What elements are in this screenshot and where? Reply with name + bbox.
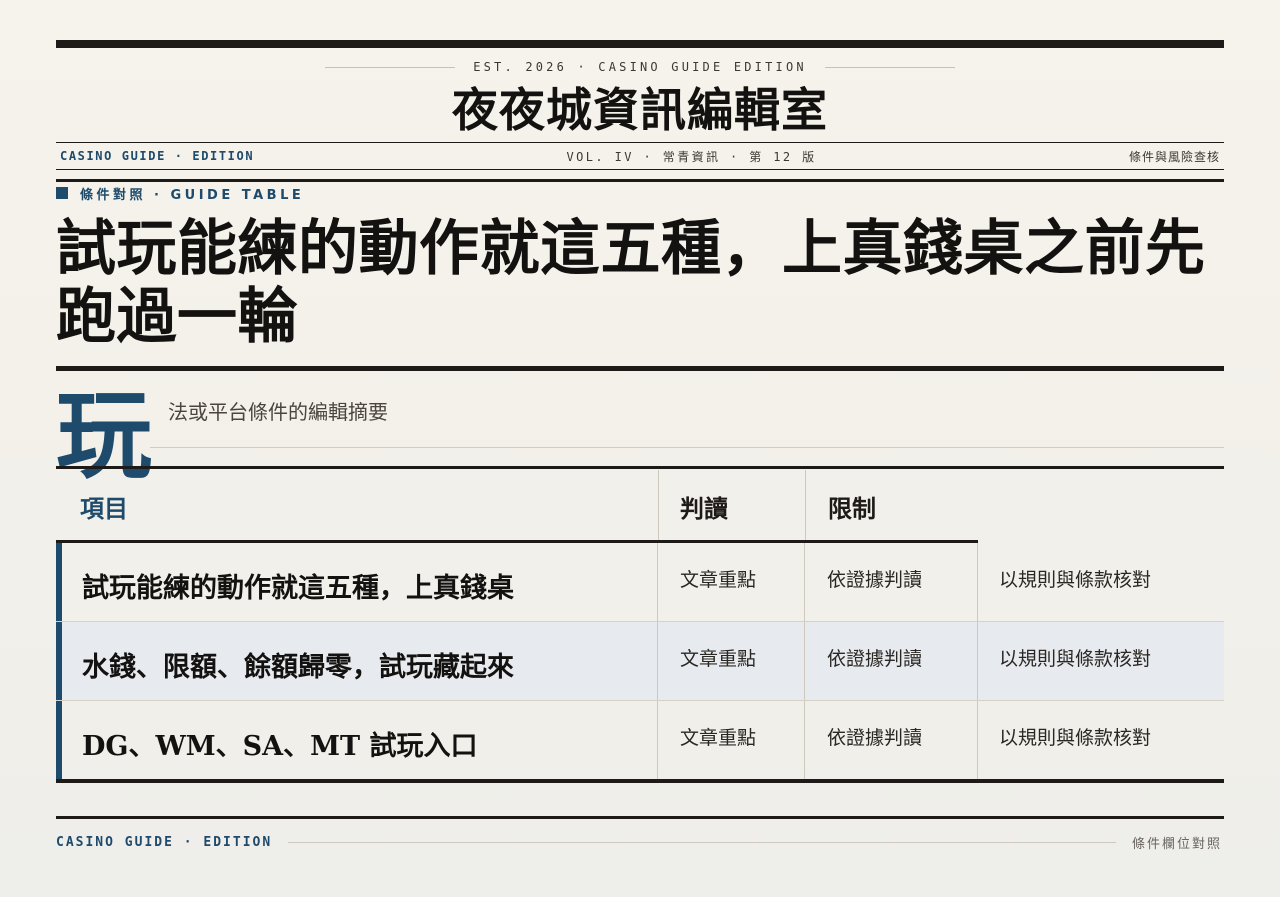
est-right-line xyxy=(824,66,955,68)
deck: 法或平台條件的編輯摘要 xyxy=(168,400,388,424)
row-reading: 文章重點 xyxy=(658,543,805,621)
est-row: EST. 2026 · CASINO GUIDE EDITION xyxy=(56,58,1224,76)
row-item: 水錢、限額、餘額歸零，試玩藏起來 xyxy=(62,622,658,700)
row-reading: 文章重點 xyxy=(658,701,805,780)
row-check: 以規則與條款核對 xyxy=(999,569,1152,591)
row-limit: 依證據判讀 xyxy=(805,543,978,621)
table-row: 水錢、限額、餘額歸零，試玩藏起來 文章重點 依證據判讀 以規則與條款核對 xyxy=(56,622,1224,701)
row-limit: 依證據判讀 xyxy=(805,701,978,780)
footer-right: 條件欄位對照 xyxy=(1131,836,1222,852)
footer-rule xyxy=(56,816,1224,819)
masthead-title: 夜夜城資訊編輯室 xyxy=(452,83,828,137)
footer-line xyxy=(288,841,1116,843)
table-bottom-rule xyxy=(56,779,1224,783)
table-row: DG、WM、SA、MT 試玩入口 文章重點 依證據判讀 以規則與條款核對 xyxy=(56,701,1224,780)
meta-row: CASINO GUIDE · EDITION VOL. IV · 常青資訊 · … xyxy=(56,146,1224,166)
est-left-line xyxy=(325,66,456,68)
row-check: 以規則與條款核對 xyxy=(999,727,1152,749)
table-row: 試玩能練的動作就這五種，上真錢桌 文章重點 依證據判讀 以規則與條款核對 xyxy=(56,543,1224,622)
meta-top-rule xyxy=(56,142,1224,143)
meta-left: CASINO GUIDE · EDITION xyxy=(60,149,255,163)
kicker-square-icon xyxy=(56,187,68,199)
row-limit: 依證據判讀 xyxy=(805,622,978,700)
table-header-limit: 限制 xyxy=(828,493,876,523)
table-header-reading: 判讀 xyxy=(680,493,728,523)
meta-bottom-rule xyxy=(56,169,1224,170)
est-line: EST. 2026 · CASINO GUIDE EDITION xyxy=(473,60,807,74)
header-divider xyxy=(805,470,806,542)
row-reading: 文章重點 xyxy=(658,622,805,700)
footer-left: CASINO GUIDE · EDITION xyxy=(56,834,273,850)
kicker-text: 條件對照 · GUIDE TABLE xyxy=(80,187,305,203)
deck-rule xyxy=(150,447,1224,448)
section-rule xyxy=(56,179,1224,182)
top-rule xyxy=(56,40,1224,48)
row-item: DG、WM、SA、MT 試玩入口 xyxy=(62,701,658,780)
meta-right: 條件與風險查核 xyxy=(1128,149,1220,164)
row-check: 以規則與條款核對 xyxy=(999,648,1152,670)
row-item: 試玩能練的動作就這五種，上真錢桌 xyxy=(62,543,658,621)
table-body: 試玩能練的動作就這五種，上真錢桌 文章重點 依證據判讀 以規則與條款核對 水錢、… xyxy=(56,543,1224,780)
table-header-item: 項目 xyxy=(80,493,128,523)
meta-center: VOL. IV · 常青資訊 · 第 12 版 xyxy=(566,149,817,164)
table-top-rule xyxy=(56,466,1224,469)
header-divider xyxy=(658,470,659,542)
headline: 試玩能練的動作就這五種，上真錢桌之前先跑過一輪 xyxy=(56,214,1206,352)
footer: CASINO GUIDE · EDITION 條件欄位對照 xyxy=(56,832,1224,852)
kicker: 條件對照 · GUIDE TABLE xyxy=(56,184,305,203)
headline-rule xyxy=(56,366,1224,371)
